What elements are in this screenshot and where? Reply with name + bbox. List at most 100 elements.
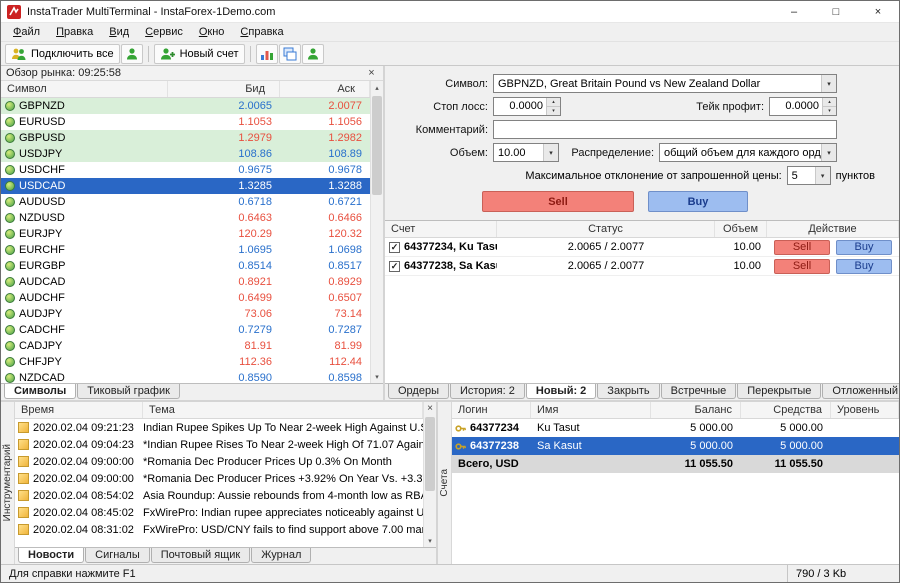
- scroll-down-icon[interactable]: ▾: [424, 534, 436, 547]
- chevron-down-icon[interactable]: ▾: [815, 167, 830, 184]
- buy-button[interactable]: Buy: [648, 191, 748, 212]
- order-row[interactable]: ✓64377234, Ku Tasut2.0065 / 2.007710.00S…: [385, 238, 899, 257]
- order-tab-5[interactable]: Перекрытые: [737, 384, 821, 399]
- order-checkbox[interactable]: ✓: [389, 242, 400, 253]
- scroll-down-icon[interactable]: ▾: [371, 370, 383, 383]
- order-tab-0[interactable]: Ордеры: [388, 384, 449, 399]
- news-tab-3[interactable]: Журнал: [251, 548, 311, 563]
- row-buy-button[interactable]: Buy: [836, 259, 892, 274]
- maximize-button[interactable]: □: [815, 1, 857, 22]
- market-watch-row[interactable]: USDJPY108.86108.89: [1, 146, 370, 162]
- scrollbar-track[interactable]: [371, 94, 383, 370]
- market-watch-tab-0[interactable]: Символы: [4, 383, 76, 399]
- market-watch-row[interactable]: AUDJPY73.0673.14: [1, 306, 370, 322]
- market-watch-row[interactable]: CHFJPY112.36112.44: [1, 354, 370, 370]
- tab-accounts[interactable]: Счета: [438, 402, 452, 564]
- volume-select[interactable]: 10.00 ▾: [493, 143, 559, 162]
- orders-column-0[interactable]: Счет: [385, 221, 497, 237]
- market-watch-row[interactable]: GBPNZD2.00652.0077: [1, 98, 370, 114]
- new-account-button[interactable]: Новый счет: [154, 44, 245, 64]
- column-ask[interactable]: Аск: [280, 81, 370, 97]
- order-tab-3[interactable]: Закрыть: [597, 384, 659, 399]
- accounts-button[interactable]: [302, 44, 324, 64]
- market-watch-row[interactable]: EURUSD1.10531.1056: [1, 114, 370, 130]
- market-watch-row[interactable]: USDCAD1.32851.3288: [1, 178, 370, 194]
- news-row[interactable]: 2020.02.04 08:54:02Asia Roundup: Aussie …: [15, 487, 423, 504]
- tile-windows-button[interactable]: [279, 44, 301, 64]
- connect-all-button[interactable]: Подключить все: [5, 44, 120, 64]
- market-watch-row[interactable]: AUDCAD0.89210.8929: [1, 274, 370, 290]
- market-watch-row[interactable]: EURCHF1.06951.0698: [1, 242, 370, 258]
- sell-button[interactable]: Sell: [482, 191, 634, 212]
- market-watch-row[interactable]: AUDUSD0.67180.6721: [1, 194, 370, 210]
- close-icon[interactable]: ×: [365, 67, 378, 80]
- news-row[interactable]: 2020.02.04 09:00:00*Romania Dec Producer…: [15, 470, 423, 487]
- market-watch-tab-1[interactable]: Тиковый график: [77, 384, 180, 399]
- news-tab-1[interactable]: Сигналы: [85, 548, 150, 563]
- market-watch-row[interactable]: EURGBP0.85140.8517: [1, 258, 370, 274]
- account-row[interactable]: 64377238Sa Kasut5 000.005 000.00: [452, 437, 899, 455]
- orders-column-1[interactable]: Статус: [497, 221, 715, 237]
- column-subject[interactable]: Тема: [143, 402, 423, 418]
- market-watch-row[interactable]: GBPUSD1.29791.2982: [1, 130, 370, 146]
- menu-item-4[interactable]: Окно: [191, 24, 233, 40]
- news-row[interactable]: 2020.02.04 08:45:02FxWirePro: Indian rup…: [15, 504, 423, 521]
- order-tab-1[interactable]: История: 2: [450, 384, 525, 399]
- order-tab-6[interactable]: Отложенный: 2: [822, 384, 899, 399]
- row-sell-button[interactable]: Sell: [774, 240, 830, 255]
- minimize-button[interactable]: –: [773, 1, 815, 22]
- tab-toolbox[interactable]: Инструментарий: [1, 402, 15, 564]
- menu-item-5[interactable]: Справка: [232, 24, 291, 40]
- news-row[interactable]: 2020.02.04 08:31:02FxWirePro: USD/CNY fa…: [15, 521, 423, 538]
- menu-item-0[interactable]: Файл: [5, 24, 48, 40]
- order-checkbox[interactable]: ✓: [389, 261, 400, 272]
- chart-button[interactable]: [256, 44, 278, 64]
- stop-loss-input[interactable]: 0.0000 ▴ ▾: [493, 97, 561, 116]
- column-level[interactable]: Уровень: [831, 402, 899, 418]
- scrollbar-track[interactable]: [424, 415, 436, 534]
- column-equity[interactable]: Средства: [741, 402, 831, 418]
- market-watch-row[interactable]: AUDCHF0.64990.6507: [1, 290, 370, 306]
- menu-item-3[interactable]: Сервис: [137, 24, 191, 40]
- column-balance[interactable]: Баланс: [651, 402, 741, 418]
- column-bid[interactable]: Бид: [168, 81, 280, 97]
- take-profit-spinner[interactable]: ▴ ▾: [822, 98, 836, 115]
- market-watch-row[interactable]: EURJPY120.29120.32: [1, 226, 370, 242]
- chevron-down-icon[interactable]: ▾: [821, 144, 836, 161]
- market-watch-row[interactable]: NZDUSD0.64630.6466: [1, 210, 370, 226]
- menu-item-1[interactable]: Правка: [48, 24, 101, 40]
- market-watch-row[interactable]: USDCHF0.96750.9678: [1, 162, 370, 178]
- stop-loss-spinner[interactable]: ▴ ▾: [546, 98, 560, 115]
- scrollbar-thumb[interactable]: [372, 96, 382, 195]
- spin-up-icon[interactable]: ▴: [547, 98, 560, 107]
- orders-column-2[interactable]: Объем: [715, 221, 767, 237]
- scroll-up-icon[interactable]: ▴: [371, 81, 383, 94]
- column-symbol[interactable]: Символ: [1, 81, 168, 97]
- close-button[interactable]: ×: [857, 1, 899, 22]
- chevron-down-icon[interactable]: ▾: [821, 75, 836, 92]
- row-sell-button[interactable]: Sell: [774, 259, 830, 274]
- close-icon[interactable]: ×: [424, 402, 436, 415]
- deviation-select[interactable]: 5 ▾: [787, 166, 831, 185]
- spin-down-icon[interactable]: ▾: [547, 107, 560, 115]
- menu-item-2[interactable]: Вид: [101, 24, 137, 40]
- column-name[interactable]: Имя: [531, 402, 651, 418]
- market-watch-row[interactable]: CADJPY81.9181.99: [1, 338, 370, 354]
- column-time[interactable]: Время: [15, 402, 143, 418]
- market-watch-row[interactable]: CADCHF0.72790.7287: [1, 322, 370, 338]
- spin-up-icon[interactable]: ▴: [823, 98, 836, 107]
- comment-input[interactable]: [493, 120, 837, 139]
- orders-column-3[interactable]: Действие: [767, 221, 899, 237]
- order-tab-4[interactable]: Встречные: [661, 384, 737, 399]
- order-row[interactable]: ✓64377238, Sa Kasut2.0065 / 2.007710.00S…: [385, 257, 899, 276]
- market-watch-row[interactable]: NZDCAD0.85900.8598: [1, 370, 370, 383]
- news-row[interactable]: 2020.02.04 09:04:23*Indian Rupee Rises T…: [15, 436, 423, 453]
- account-settings-button[interactable]: [121, 44, 143, 64]
- distribution-select[interactable]: общий объем для каждого ордера ▾: [659, 143, 837, 162]
- account-row[interactable]: 64377234Ku Tasut5 000.005 000.00: [452, 419, 899, 437]
- chevron-down-icon[interactable]: ▾: [543, 144, 558, 161]
- market-watch-scrollbar[interactable]: ▴ ▾: [370, 81, 383, 383]
- news-tab-2[interactable]: Почтовый ящик: [151, 548, 250, 563]
- symbol-select[interactable]: GBPNZD, Great Britain Pound vs New Zeala…: [493, 74, 837, 93]
- news-scrollbar[interactable]: × ▾: [423, 402, 436, 547]
